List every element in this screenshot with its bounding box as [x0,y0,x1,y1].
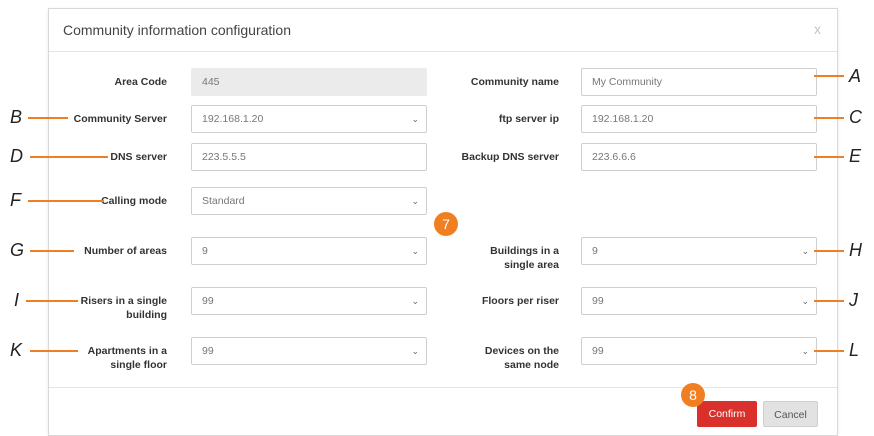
callout-d: D [10,146,23,166]
chevron-down-icon: ⌄ [411,246,419,256]
floors-per-riser-select[interactable]: 99 ⌄ [581,287,817,315]
backup-dns-server-input[interactable]: 223.6.6.6 [581,143,817,171]
community-name-label: Community name [470,76,559,88]
callout-line-d [30,156,108,158]
chevron-down-icon: ⌄ [801,246,809,256]
devices-on-node-label: Devices on the same node [439,344,559,372]
community-server-value: 192.168.1.20 [202,113,264,125]
confirm-button[interactable]: Confirm [697,401,757,427]
chevron-down-icon: ⌄ [411,346,419,356]
dialog-title: Community information configuration [63,22,291,38]
chevron-down-icon: ⌄ [411,296,419,306]
dns-server-input[interactable]: 223.5.5.5 [191,143,427,171]
callout-b: B [10,107,23,127]
apartments-in-floor-label-line2: single floor [110,359,167,371]
callout-line-a [814,75,844,77]
number-of-areas-label: Number of areas [84,245,167,257]
callout-line-l [814,350,844,352]
callout-line-c [814,117,844,119]
calling-mode-select[interactable]: Standard ⌄ [191,187,427,215]
callout-e: E [849,146,862,166]
ftp-server-ip-label: ftp server ip [498,113,559,125]
risers-in-building-label-line1: Risers in a single [80,295,167,307]
community-name-input[interactable]: My Community [581,68,817,96]
apartments-in-floor-value: 99 [202,345,214,357]
community-server-label: Community Server [73,113,167,125]
footer-divider [49,387,837,388]
ftp-server-ip-value: 192.168.1.20 [592,113,654,125]
chevron-down-icon: ⌄ [801,346,809,356]
step-8-badge: 8 [681,383,705,407]
callout-line-j [814,300,844,302]
close-icon[interactable]: x [814,21,821,37]
callout-line-g [30,250,74,252]
devices-on-node-value: 99 [592,345,604,357]
risers-in-building-value: 99 [202,295,214,307]
devices-on-node-label-line1: Devices on the [484,345,559,357]
buildings-in-area-label: Buildings in a single area [439,244,559,272]
callout-i: I [14,290,20,310]
callout-l: L [849,340,860,360]
ftp-server-ip-input[interactable]: 192.168.1.20 [581,105,817,133]
devices-on-node-select[interactable]: 99 ⌄ [581,337,817,365]
risers-in-building-select[interactable]: 99 ⌄ [191,287,427,315]
chevron-down-icon: ⌄ [801,296,809,306]
callout-line-h [814,250,844,252]
area-code-label: Area Code [114,76,167,88]
callout-line-i [26,300,78,302]
buildings-in-area-label-line2: single area [504,259,559,271]
callout-j: J [849,290,858,310]
area-code-value: 445 [202,76,220,88]
community-name-placeholder: My Community [592,76,663,88]
backup-dns-server-label: Backup DNS server [461,151,559,163]
callout-line-e [814,156,844,158]
calling-mode-value: Standard [202,195,245,207]
buildings-in-area-label-line1: Buildings in a [490,245,559,257]
buildings-in-area-select[interactable]: 9 ⌄ [581,237,817,265]
apartments-in-floor-label-line1: Apartments in a [87,345,167,357]
chevron-down-icon: ⌄ [411,196,419,206]
dns-server-value: 223.5.5.5 [202,151,246,163]
backup-dns-server-value: 223.6.6.6 [592,151,636,163]
dialog-header: Community information configuration x [49,9,837,52]
devices-on-node-label-line2: same node [504,359,559,371]
step-7-badge: 7 [434,212,458,236]
risers-in-building-label: Risers in a single building [59,294,167,322]
callout-g: G [10,240,25,260]
cancel-button[interactable]: Cancel [763,401,818,427]
risers-in-building-label-line2: building [126,309,167,321]
callout-a: A [849,66,862,86]
community-server-select[interactable]: 192.168.1.20 ⌄ [191,105,427,133]
floors-per-riser-value: 99 [592,295,604,307]
callout-line-f [28,200,104,202]
apartments-in-floor-select[interactable]: 99 ⌄ [191,337,427,365]
chevron-down-icon: ⌄ [411,114,419,124]
apartments-in-floor-label: Apartments in a single floor [59,344,167,372]
number-of-areas-select[interactable]: 9 ⌄ [191,237,427,265]
floors-per-riser-label: Floors per riser [481,295,559,307]
callout-f: F [10,190,21,210]
number-of-areas-value: 9 [202,245,208,257]
buildings-in-area-value: 9 [592,245,598,257]
callout-line-k [30,350,78,352]
callout-c: C [849,107,862,127]
area-code-field: 445 [191,68,427,96]
callout-h: H [849,240,862,260]
callout-line-b [28,117,68,119]
callout-k: K [10,340,23,360]
